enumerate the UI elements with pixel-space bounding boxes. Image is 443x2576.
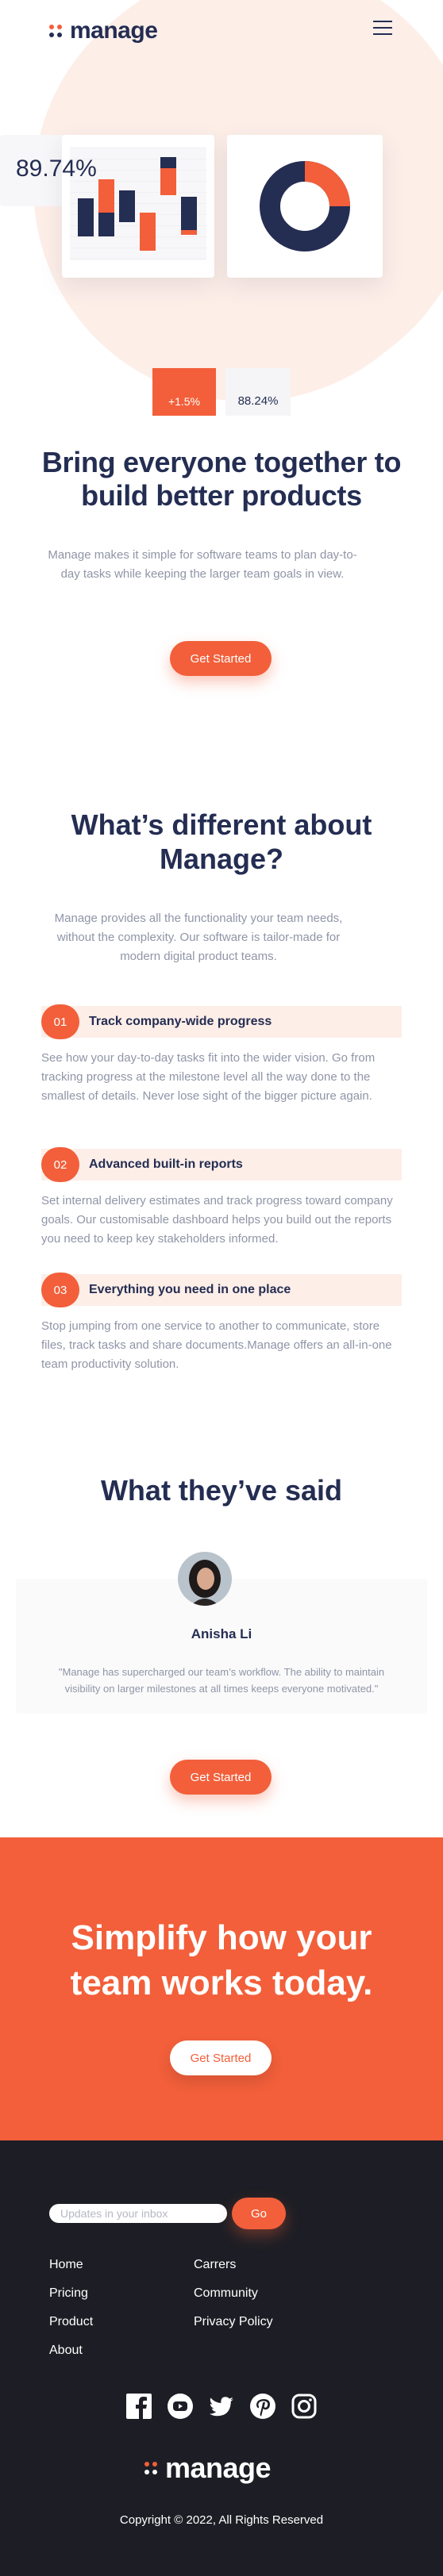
feature-description: See how your day-to-day tasks fit into t…: [41, 1051, 376, 1103]
footer-link-community[interactable]: Community: [194, 2286, 273, 2315]
testimonial-name: Anisha Li: [191, 1626, 252, 1641]
newsletter-go-button[interactable]: Go: [232, 2198, 286, 2229]
avatar: [178, 1552, 232, 1606]
feature-item: 02 Advanced built-in reports Set interna…: [41, 1147, 402, 1249]
footer-link-product[interactable]: Product: [49, 2315, 93, 2344]
landing-page: manage 89.74% +1.5% 88.24% Bring everyon…: [0, 0, 443, 2576]
footer-link-pricing[interactable]: Pricing: [49, 2286, 93, 2315]
cta-get-started-button[interactable]: Get Started: [170, 2040, 272, 2075]
logo-mark-icon: [144, 2462, 157, 2474]
bar-2: [98, 179, 114, 213]
copyright: Copyright © 2022, All Rights Reserved: [119, 2513, 324, 2527]
facebook-icon[interactable]: [125, 2393, 152, 2420]
bar-6: [160, 157, 176, 168]
feature-number: 01: [41, 1004, 79, 1039]
feature-header: 03 Everything you need in one place: [41, 1273, 402, 1307]
feature-header: 02 Advanced built-in reports: [41, 1147, 402, 1182]
cta-title: Simplify how your team works today.: [70, 1918, 373, 2003]
logo[interactable]: manage: [49, 17, 158, 44]
footer-links-column-2: Carrers Community Privacy Policy: [194, 2258, 273, 2344]
footer-logo-text: manage: [165, 2451, 272, 2484]
footer-link-home[interactable]: Home: [49, 2258, 93, 2286]
footer-link-careers[interactable]: Carrers: [194, 2258, 273, 2286]
logo-mark-icon: [49, 25, 62, 37]
bar-1: [78, 198, 94, 236]
hero-description: Manage makes it simple for software team…: [48, 548, 357, 581]
bar-7: [160, 168, 176, 195]
site-header: manage: [0, 0, 443, 63]
hero-illustration: 89.74% +1.5% 88.24%: [0, 135, 443, 428]
bar-8: [181, 197, 197, 230]
instagram-icon[interactable]: [291, 2393, 318, 2420]
testimonial-quote: "Manage has supercharged our team’s work…: [58, 1666, 385, 1695]
footer-logo[interactable]: manage: [144, 2451, 272, 2485]
hero-get-started-button[interactable]: Get Started: [170, 641, 272, 676]
footer-link-about[interactable]: About: [49, 2344, 93, 2372]
feature-description: Set internal delivery estimates and trac…: [41, 1194, 393, 1246]
feature-number: 02: [41, 1147, 79, 1182]
donut-chart-graphic: [260, 161, 350, 251]
twitter-icon[interactable]: [208, 2393, 235, 2420]
feature-title: Track company-wide progress: [89, 1015, 272, 1028]
testimonials-title: What they’ve said: [100, 1474, 343, 1507]
bar-9: [181, 230, 197, 235]
logo-text: manage: [70, 17, 158, 44]
newsletter-input[interactable]: [49, 2204, 227, 2223]
feature-title: Everything you need in one place: [89, 1283, 291, 1296]
stat-secondary-badge: 88.24%: [225, 368, 291, 416]
feature-title: Advanced built-in reports: [89, 1157, 243, 1171]
feature-header: 01 Track company-wide progress: [41, 1004, 402, 1039]
youtube-icon[interactable]: [167, 2393, 194, 2420]
donut-chart-card: [227, 135, 383, 278]
footer-link-privacy-policy[interactable]: Privacy Policy: [194, 2315, 273, 2344]
feature-item: 03 Everything you need in one place Stop…: [41, 1273, 402, 1374]
testimonials-get-started-button[interactable]: Get Started: [170, 1760, 272, 1795]
bar-3: [98, 213, 114, 236]
hero-title: Bring everyone together to build better …: [41, 446, 402, 512]
site-footer: Go Home Pricing Product About Carrers Co…: [0, 2140, 443, 2576]
features-description: Manage provides all the functionality yo…: [54, 912, 343, 963]
bar-4: [119, 190, 135, 222]
cta-band: Simplify how your team works today. Get …: [0, 1837, 443, 2140]
hamburger-menu-icon[interactable]: [373, 21, 392, 35]
bar-5: [140, 213, 156, 251]
stat-value: 89.74%: [16, 155, 97, 182]
feature-description: Stop jumping from one service to another…: [41, 1319, 392, 1371]
pinterest-icon[interactable]: [249, 2393, 276, 2420]
feature-item: 01 Track company-wide progress See how y…: [41, 1004, 402, 1106]
feature-number: 03: [41, 1273, 79, 1307]
stat-change-badge: +1.5%: [152, 368, 216, 416]
features-title: What’s different about Manage?: [71, 808, 372, 876]
footer-links-column-1: Home Pricing Product About: [49, 2258, 93, 2372]
social-links: [125, 2393, 318, 2421]
